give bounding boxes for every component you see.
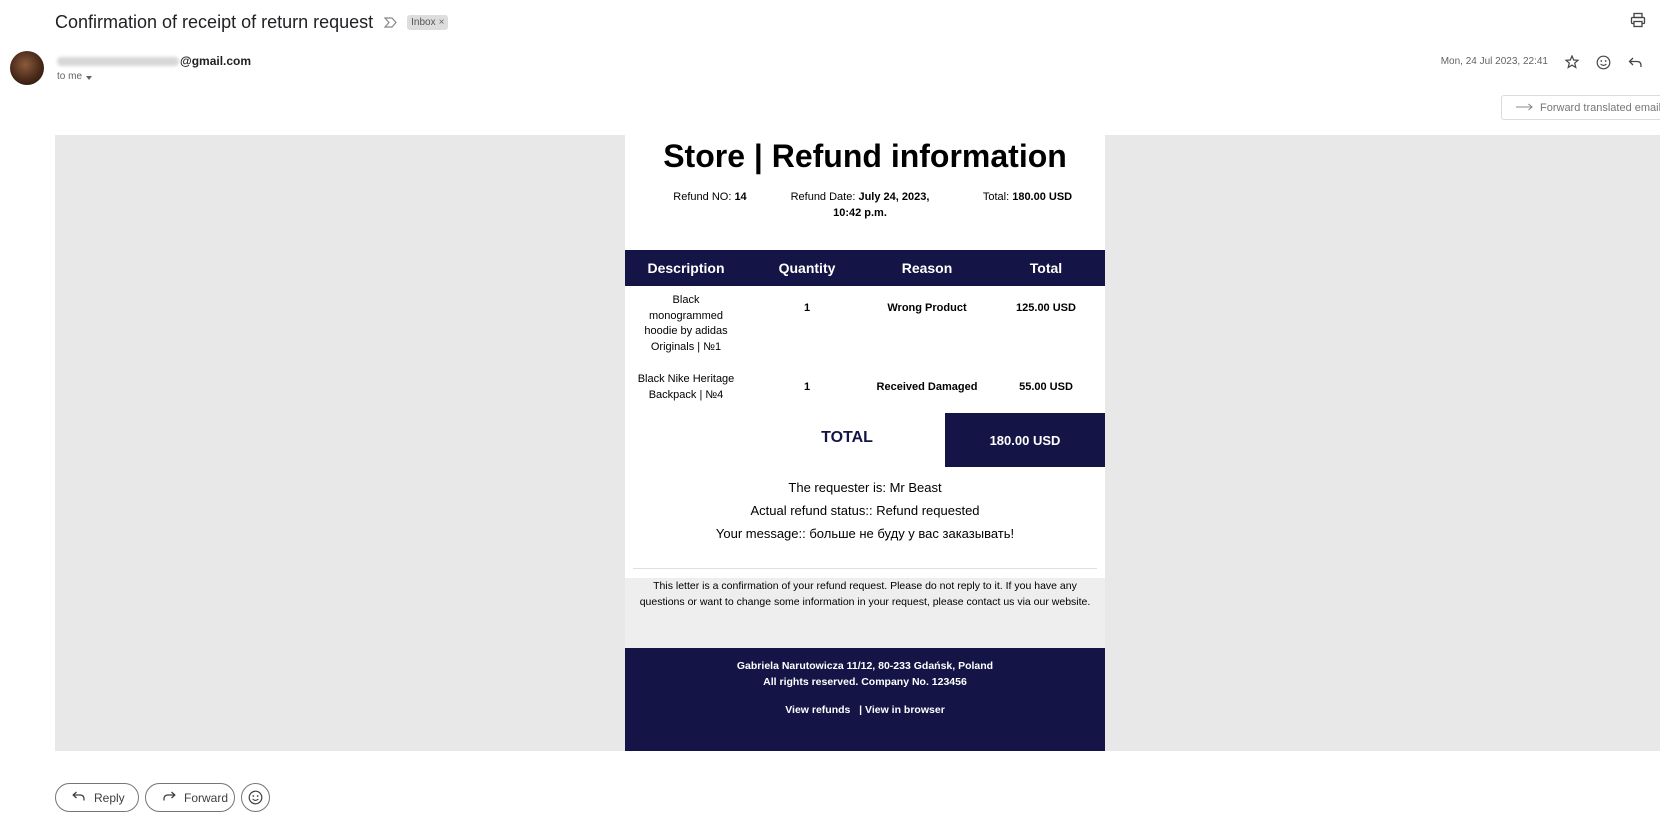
address-line-1: Gabriela Narutowicza 11/12, 80-233 Gdańs… xyxy=(736,660,994,672)
company-address: Gabriela Narutowicza 11/12, 80-233 Gdańs… xyxy=(625,658,1105,690)
reply-icon[interactable] xyxy=(1626,53,1644,71)
table-row-1-description: Black monogrammed hoodie by adidas Origi… xyxy=(625,293,747,355)
table-row-2-reason: Received Damaged xyxy=(876,381,978,393)
table-row-2-quantity: 1 xyxy=(803,381,811,393)
column-quantity: Quantity xyxy=(778,260,836,276)
table-row-1-reason: Wrong Product xyxy=(887,302,967,314)
view-refunds-link[interactable]: View refunds xyxy=(785,704,850,716)
refund-number-label: Refund NO: xyxy=(673,191,735,203)
sender-email[interactable]: @gmail.com xyxy=(57,54,251,68)
refund-date-line1: July 24, 2023, xyxy=(858,191,930,203)
column-total: Total xyxy=(1029,260,1063,276)
refund-date-label: Refund Date: xyxy=(790,191,859,203)
refund-number-value: 14 xyxy=(734,191,747,203)
recipient-label: to me xyxy=(57,71,83,82)
table-row-1-quantity: 1 xyxy=(803,302,811,314)
description-line: monogrammed xyxy=(649,309,723,322)
chevron-down-icon[interactable] xyxy=(86,75,93,80)
importance-marker-icon[interactable] xyxy=(383,15,397,29)
sender-avatar[interactable] xyxy=(10,51,44,85)
email-footer: Gabriela Narutowicza 11/12, 80-233 Gdańs… xyxy=(625,648,1105,751)
refund-total-value: 180.00 USD xyxy=(1012,191,1073,203)
reply-button[interactable]: Reply xyxy=(55,783,139,812)
remove-label-icon[interactable]: × xyxy=(439,17,445,28)
forward-translated-button[interactable]: Forward translated email xyxy=(1501,95,1660,120)
email-view: Confirmation of receipt of return reques… xyxy=(0,0,1660,821)
refund-status: Actual refund status:: Refund requested xyxy=(750,503,980,518)
description-line: Backpack | №4 xyxy=(648,388,724,401)
column-reason: Reason xyxy=(901,260,953,276)
footer-links: View refunds | View in browser xyxy=(625,704,1105,716)
confirmation-notice: This letter is a confirmation of your re… xyxy=(625,578,1105,648)
redacted-address xyxy=(57,56,179,66)
inbox-label-chip[interactable]: Inbox × xyxy=(407,14,449,30)
star-icon[interactable] xyxy=(1563,53,1581,71)
forward-icon xyxy=(162,790,176,805)
forward-label: Forward xyxy=(184,790,229,805)
reply-icon xyxy=(72,790,86,805)
emoji-reaction-icon[interactable] xyxy=(1594,53,1612,71)
divider xyxy=(633,568,1097,569)
print-icon[interactable] xyxy=(1630,12,1648,30)
refund-date-line2: 10:42 p.m. xyxy=(833,207,887,219)
refund-date: Refund Date: July 24, 2023, 10:42 p.m. xyxy=(785,189,935,221)
grand-total-label: TOTAL xyxy=(821,429,873,446)
recipient-details[interactable]: to me xyxy=(57,71,93,82)
email-title: Store | Refund information xyxy=(663,138,1067,174)
description-line: hoodie by adidas xyxy=(644,325,728,337)
reply-label: Reply xyxy=(94,790,125,805)
table-row-2-total: 55.00 USD xyxy=(1019,381,1073,393)
email-date: Mon, 24 Jul 2023, 22:41 xyxy=(1440,56,1548,67)
items-table-header: Description Quantity Reason Total xyxy=(625,250,1105,286)
refund-number: Refund NO: 14 xyxy=(645,189,775,205)
subject-row: Confirmation of receipt of return reques… xyxy=(55,8,449,36)
column-description: Description xyxy=(647,260,725,276)
refund-total: Total: 180.00 USD xyxy=(965,189,1090,205)
address-line-2: All rights reserved. Company No. 123456 xyxy=(763,676,967,688)
view-in-browser-link[interactable]: View in browser xyxy=(865,704,945,716)
arrow-right-icon xyxy=(1516,102,1534,114)
requester-info: The requester is: Mr Beast xyxy=(788,480,942,495)
description-line: Black Nike Heritage xyxy=(637,373,735,385)
refund-total-label: Total: xyxy=(982,191,1013,203)
customer-message: Your message:: больше не буду у вас зака… xyxy=(715,526,1015,541)
refund-email: Store | Refund information Refund NO: 14… xyxy=(625,135,1105,751)
sender-domain: @gmail.com xyxy=(180,54,252,68)
grand-total-value: 180.00 USD xyxy=(945,413,1105,467)
description-line: Originals | №1 xyxy=(650,340,722,353)
link-separator: | xyxy=(859,704,863,716)
forward-translated-label: Forward translated email xyxy=(1540,101,1660,114)
email-subject: Confirmation of receipt of return reques… xyxy=(55,11,374,32)
emoji-reaction-button[interactable] xyxy=(241,783,270,812)
description-line: Black xyxy=(672,294,700,306)
table-row-1-total: 125.00 USD xyxy=(1016,302,1076,314)
emoji-icon xyxy=(248,790,263,805)
forward-button[interactable]: Forward xyxy=(145,783,235,812)
table-row-2-description: Black Nike Heritage Backpack | №4 xyxy=(625,372,747,403)
inbox-label: Inbox xyxy=(411,16,436,28)
